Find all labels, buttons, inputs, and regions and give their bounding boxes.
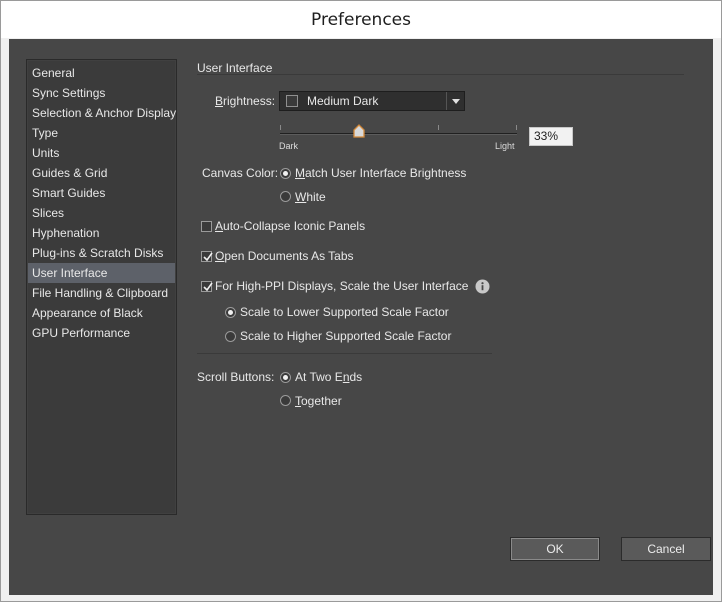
scroll-together-radio[interactable] xyxy=(280,395,291,406)
dialog-body: General Sync Settings Selection & Anchor… xyxy=(9,39,713,595)
open-docs-tabs-checkbox[interactable] xyxy=(201,251,213,262)
canvas-color-label: Canvas Color: xyxy=(202,166,279,180)
checkmark-icon xyxy=(203,252,213,262)
preferences-dialog: Preferences General Sync Settings Select… xyxy=(0,0,722,602)
high-ppi-label[interactable]: For High-PPI Displays, Scale the User In… xyxy=(215,279,468,293)
brightness-dropdown[interactable]: Medium Dark xyxy=(279,91,465,111)
canvas-color-match-radio[interactable] xyxy=(280,168,291,179)
scale-lower-label[interactable]: Scale to Lower Supported Scale Factor xyxy=(240,305,449,319)
auto-collapse-label[interactable]: Auto-Collapse Iconic Panels xyxy=(215,219,365,233)
sidebar-item-appearance-of-black[interactable]: Appearance of Black xyxy=(28,303,175,323)
dialog-title: Preferences xyxy=(311,9,411,30)
dropdown-arrow[interactable] xyxy=(446,92,464,110)
scale-higher-label[interactable]: Scale to Higher Supported Scale Factor xyxy=(240,329,451,343)
section-title: User Interface xyxy=(197,61,273,75)
high-ppi-checkbox[interactable] xyxy=(201,281,213,292)
ok-button[interactable]: OK xyxy=(510,537,600,561)
scroll-two-ends-label[interactable]: At Two Ends xyxy=(295,370,362,384)
section-divider xyxy=(197,353,492,354)
scroll-two-ends-radio[interactable] xyxy=(280,372,291,383)
canvas-color-match-label[interactable]: Match User Interface Brightness xyxy=(295,166,466,180)
canvas-color-white-radio[interactable] xyxy=(280,191,291,202)
scale-higher-radio[interactable] xyxy=(225,331,236,342)
sidebar-item-selection-anchor-display[interactable]: Selection & Anchor Display xyxy=(28,103,176,123)
slider-tick xyxy=(280,125,281,130)
canvas-color-white-label[interactable]: White xyxy=(295,190,326,204)
slider-max-label: Light xyxy=(495,141,515,151)
section-divider xyxy=(197,74,684,75)
sidebar-item-general[interactable]: General xyxy=(28,63,175,83)
brightness-percent-field[interactable]: 33% xyxy=(529,127,573,146)
sidebar-item-smart-guides[interactable]: Smart Guides xyxy=(28,183,175,203)
scroll-together-label[interactable]: Together xyxy=(295,394,342,408)
sidebar-item-file-handling-clipboard[interactable]: File Handling & Clipboard xyxy=(28,283,175,303)
title-bar: Preferences xyxy=(1,1,721,38)
scale-lower-radio[interactable] xyxy=(225,307,236,318)
open-docs-tabs-label[interactable]: Open Documents As Tabs xyxy=(215,249,354,263)
sidebar-item-plugins-scratch-disks[interactable]: Plug-ins & Scratch Disks xyxy=(28,243,175,263)
sidebar-item-hyphenation[interactable]: Hyphenation xyxy=(28,223,175,243)
sidebar-item-slices[interactable]: Slices xyxy=(28,203,175,223)
brightness-slider-thumb[interactable] xyxy=(353,124,365,138)
chevron-down-icon xyxy=(451,98,460,104)
sidebar-item-type[interactable]: Type xyxy=(28,123,175,143)
scroll-buttons-label: Scroll Buttons: xyxy=(197,370,275,384)
slider-tick xyxy=(438,125,439,130)
auto-collapse-checkbox[interactable] xyxy=(201,221,212,232)
brightness-swatch xyxy=(286,95,298,107)
sidebar-item-units[interactable]: Units xyxy=(28,143,175,163)
slider-min-label: Dark xyxy=(279,141,299,151)
sidebar-item-gpu-performance[interactable]: GPU Performance xyxy=(28,323,175,343)
checkmark-icon xyxy=(203,282,213,292)
sidebar-item-guides-grid[interactable]: Guides & Grid xyxy=(28,163,175,183)
brightness-value: Medium Dark xyxy=(307,94,379,108)
sidebar-item-user-interface[interactable]: User Interface xyxy=(28,263,175,283)
brightness-label: Brightness: xyxy=(215,94,276,108)
brightness-slider-track[interactable] xyxy=(280,133,517,135)
info-icon[interactable] xyxy=(475,279,490,294)
sidebar-item-sync-settings[interactable]: Sync Settings xyxy=(28,83,175,103)
category-list: General Sync Settings Selection & Anchor… xyxy=(26,59,177,515)
slider-tick xyxy=(516,125,517,130)
cancel-button[interactable]: Cancel xyxy=(621,537,711,561)
